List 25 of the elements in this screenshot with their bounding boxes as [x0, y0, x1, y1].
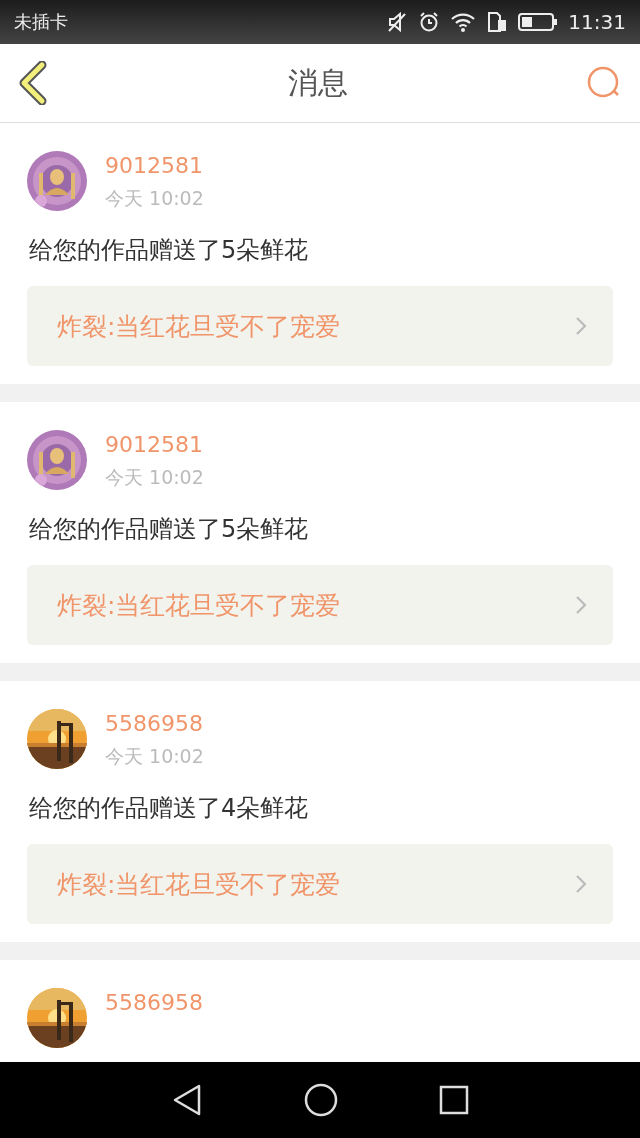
timestamp: 今天 10:02 — [105, 465, 204, 490]
work-link[interactable]: 炸裂:当红花旦受不了宠爱 — [27, 844, 613, 924]
user-name[interactable]: 9012581 — [105, 153, 204, 178]
home-nav-icon[interactable] — [304, 1083, 338, 1117]
timestamp: 今天 10:02 — [105, 744, 204, 769]
user-name[interactable]: 5586958 — [105, 711, 204, 736]
chevron-icon — [575, 316, 587, 336]
work-link[interactable]: 炸裂:当红花旦受不了宠爱 — [27, 286, 613, 366]
user-name[interactable]: 5586958 — [105, 990, 203, 1015]
message-text: 给您的作品赠送了4朵鲜花 — [29, 793, 310, 824]
wifi-icon — [450, 11, 477, 33]
carrier-text: 未插卡 — [14, 10, 68, 34]
sim-icon — [486, 11, 509, 33]
recents-nav-icon[interactable] — [439, 1085, 470, 1115]
page-title: 消息 — [288, 63, 348, 102]
message-text: 给您的作品赠送了5朵鲜花 — [29, 514, 310, 545]
timestamp: 今天 10:02 — [105, 186, 204, 211]
battery-icon — [518, 12, 559, 32]
chevron-icon — [575, 595, 587, 615]
user-name[interactable]: 9012581 — [105, 432, 204, 457]
clock-text: 11:31 — [568, 10, 626, 34]
work-link[interactable]: 炸裂:当红花旦受不了宠爱 — [27, 565, 613, 645]
message-text: 给您的作品赠送了5朵鲜花 — [29, 235, 310, 266]
chevron-icon — [575, 874, 587, 894]
mute-icon — [386, 11, 409, 33]
